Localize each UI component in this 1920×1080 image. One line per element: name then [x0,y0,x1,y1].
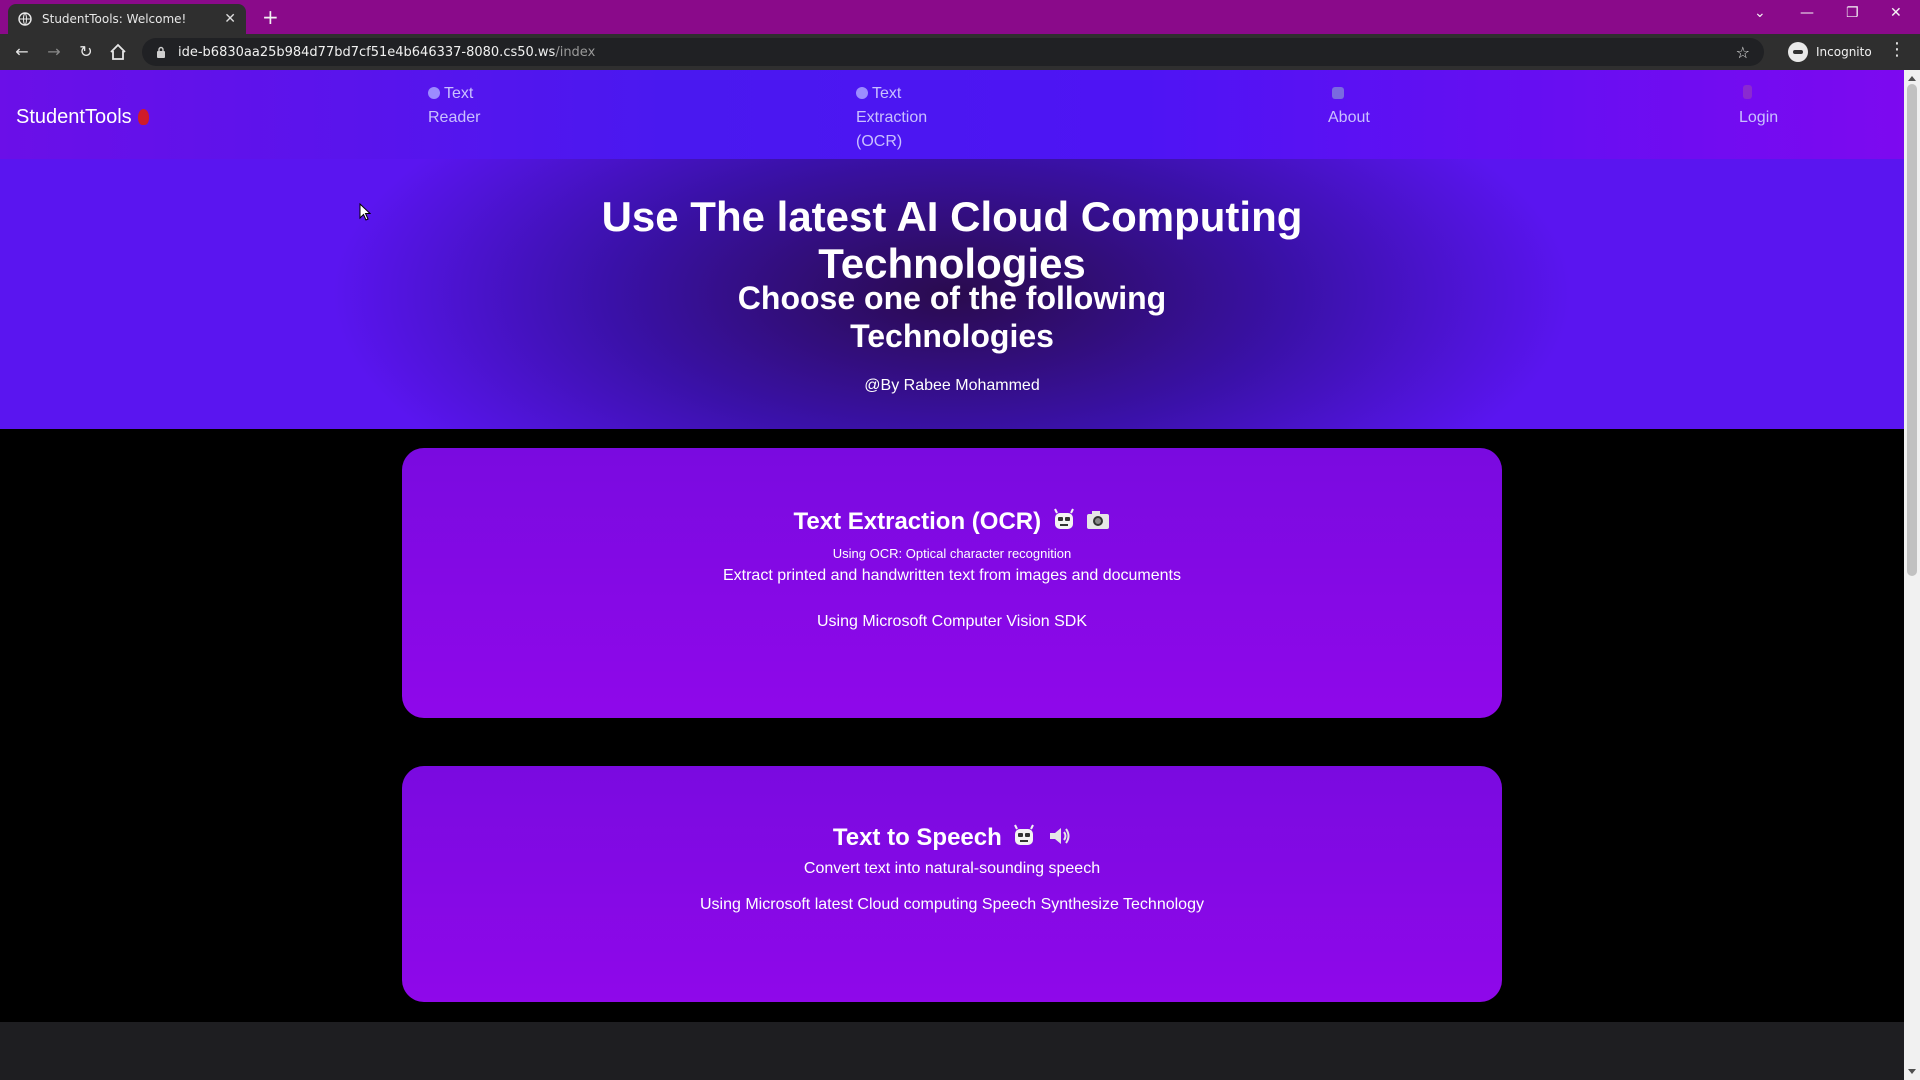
nav-link-line2: Reader [428,109,481,126]
tab-title: StudentTools: Welcome! [42,12,187,26]
nav-link-line2: Login [1739,109,1779,126]
lock-icon [157,46,165,58]
hero-title: Use The latest AI Cloud Computing Techno… [0,193,1904,287]
incognito-label: Incognito [1816,45,1872,59]
nav-link-login[interactable]: Login [1739,82,1778,130]
card-title-text: Text to Speech [832,824,1002,851]
card-title: Text to Speech [402,824,1502,852]
card-description: Extract printed and handwritten text fro… [722,567,1181,584]
scroll-thumb[interactable] [1907,84,1917,576]
footer-band [0,1022,1904,1080]
brand-name: StudentTools [16,106,132,128]
scroll-down-icon[interactable] [1908,1069,1916,1074]
url-path: /index [555,44,596,60]
hero-banner: Use The latest AI Cloud Computing Techno… [0,159,1904,429]
url-host: ide-b6830aa25b984d77bd7cf51e4b646337-808… [178,44,556,60]
nav-link-about[interactable]: About [1328,82,1370,130]
card-note: Using OCR: Optical character recognition [832,546,1072,561]
scroll-up-icon[interactable] [1908,76,1916,81]
card-tech: Using Microsoft latest Cloud computing S… [700,896,1204,913]
flower-icon [428,87,440,99]
new-tab-button[interactable]: + [262,6,279,28]
brand-link[interactable]: StudentTools [16,106,149,129]
flower-icon [856,87,868,99]
hero-title-line1: Use The latest AI Cloud Computing [601,193,1303,240]
forward-button[interactable]: → [44,42,64,62]
mouse-cursor-icon [359,203,371,221]
nav-link-line1: Text [872,85,902,102]
close-window-button[interactable]: ✕ [1890,5,1902,21]
browser-toolbar: ← → ↻ ide-b6830aa25b984d77bd7cf51e4b6463… [0,34,1920,70]
home-icon[interactable] [108,42,128,62]
close-tab-icon[interactable]: ✕ [224,11,236,27]
phone-icon [1743,85,1752,99]
reload-button[interactable]: ↻ [76,42,96,62]
nav-link-text-extraction[interactable]: Text Extraction (OCR) [856,82,927,154]
browser-tab-strip: StudentTools: Welcome! ✕ + ⌄ — ❐ ✕ [0,0,1920,34]
hero-author: @By Rabee Mohammed [864,377,1040,394]
bookmark-star-icon[interactable]: ☆ [1736,43,1750,62]
book-icon [1332,87,1344,99]
restore-button[interactable]: ❐ [1846,5,1859,21]
rose-icon [137,109,149,125]
back-button[interactable]: ← [12,42,32,62]
site-navbar: StudentTools Text Reader Text Extraction… [0,70,1904,159]
globe-icon [18,12,32,26]
card-title: Text Extraction (OCR) [402,508,1502,536]
card-description: Convert text into natural-sounding speec… [803,860,1101,877]
browser-menu-icon[interactable]: ⋮ [1888,41,1906,59]
nav-link-line2: Extraction [856,109,928,126]
browser-tab[interactable]: StudentTools: Welcome! ✕ [8,4,246,34]
speaker-icon [1050,828,1070,844]
ocr-card[interactable]: Text Extraction (OCR) Using OCR: Optical… [402,448,1502,718]
nav-link-line3: (OCR) [856,133,903,150]
hero-subtitle: Choose one of the following Technologies [0,279,1904,355]
hero-subtitle-line2: Technologies [850,318,1054,354]
nav-link-line2: About [1328,109,1370,126]
tts-card[interactable]: Text to Speech Convert text into natural… [402,766,1502,1002]
nav-link-line1: Text [444,85,474,102]
card-tech: Using Microsoft Computer Vision SDK [816,613,1088,630]
hero-subtitle-line1: Choose one of the following [737,280,1167,316]
robot-icon [1053,508,1074,529]
tab-search-icon[interactable]: ⌄ [1754,5,1766,21]
page-scrollbar[interactable] [1904,70,1920,1080]
robot-icon [1014,824,1035,845]
incognito-indicator[interactable]: Incognito [1788,42,1872,62]
card-title-text: Text Extraction (OCR) [793,508,1042,535]
nav-link-text-reader[interactable]: Text Reader [428,82,480,130]
incognito-icon [1788,42,1808,62]
address-bar[interactable]: ide-b6830aa25b984d77bd7cf51e4b646337-808… [142,38,1764,66]
page-viewport: StudentTools Text Reader Text Extraction… [0,70,1904,1080]
minimize-button[interactable]: — [1800,5,1814,21]
camera-icon [1087,511,1110,529]
